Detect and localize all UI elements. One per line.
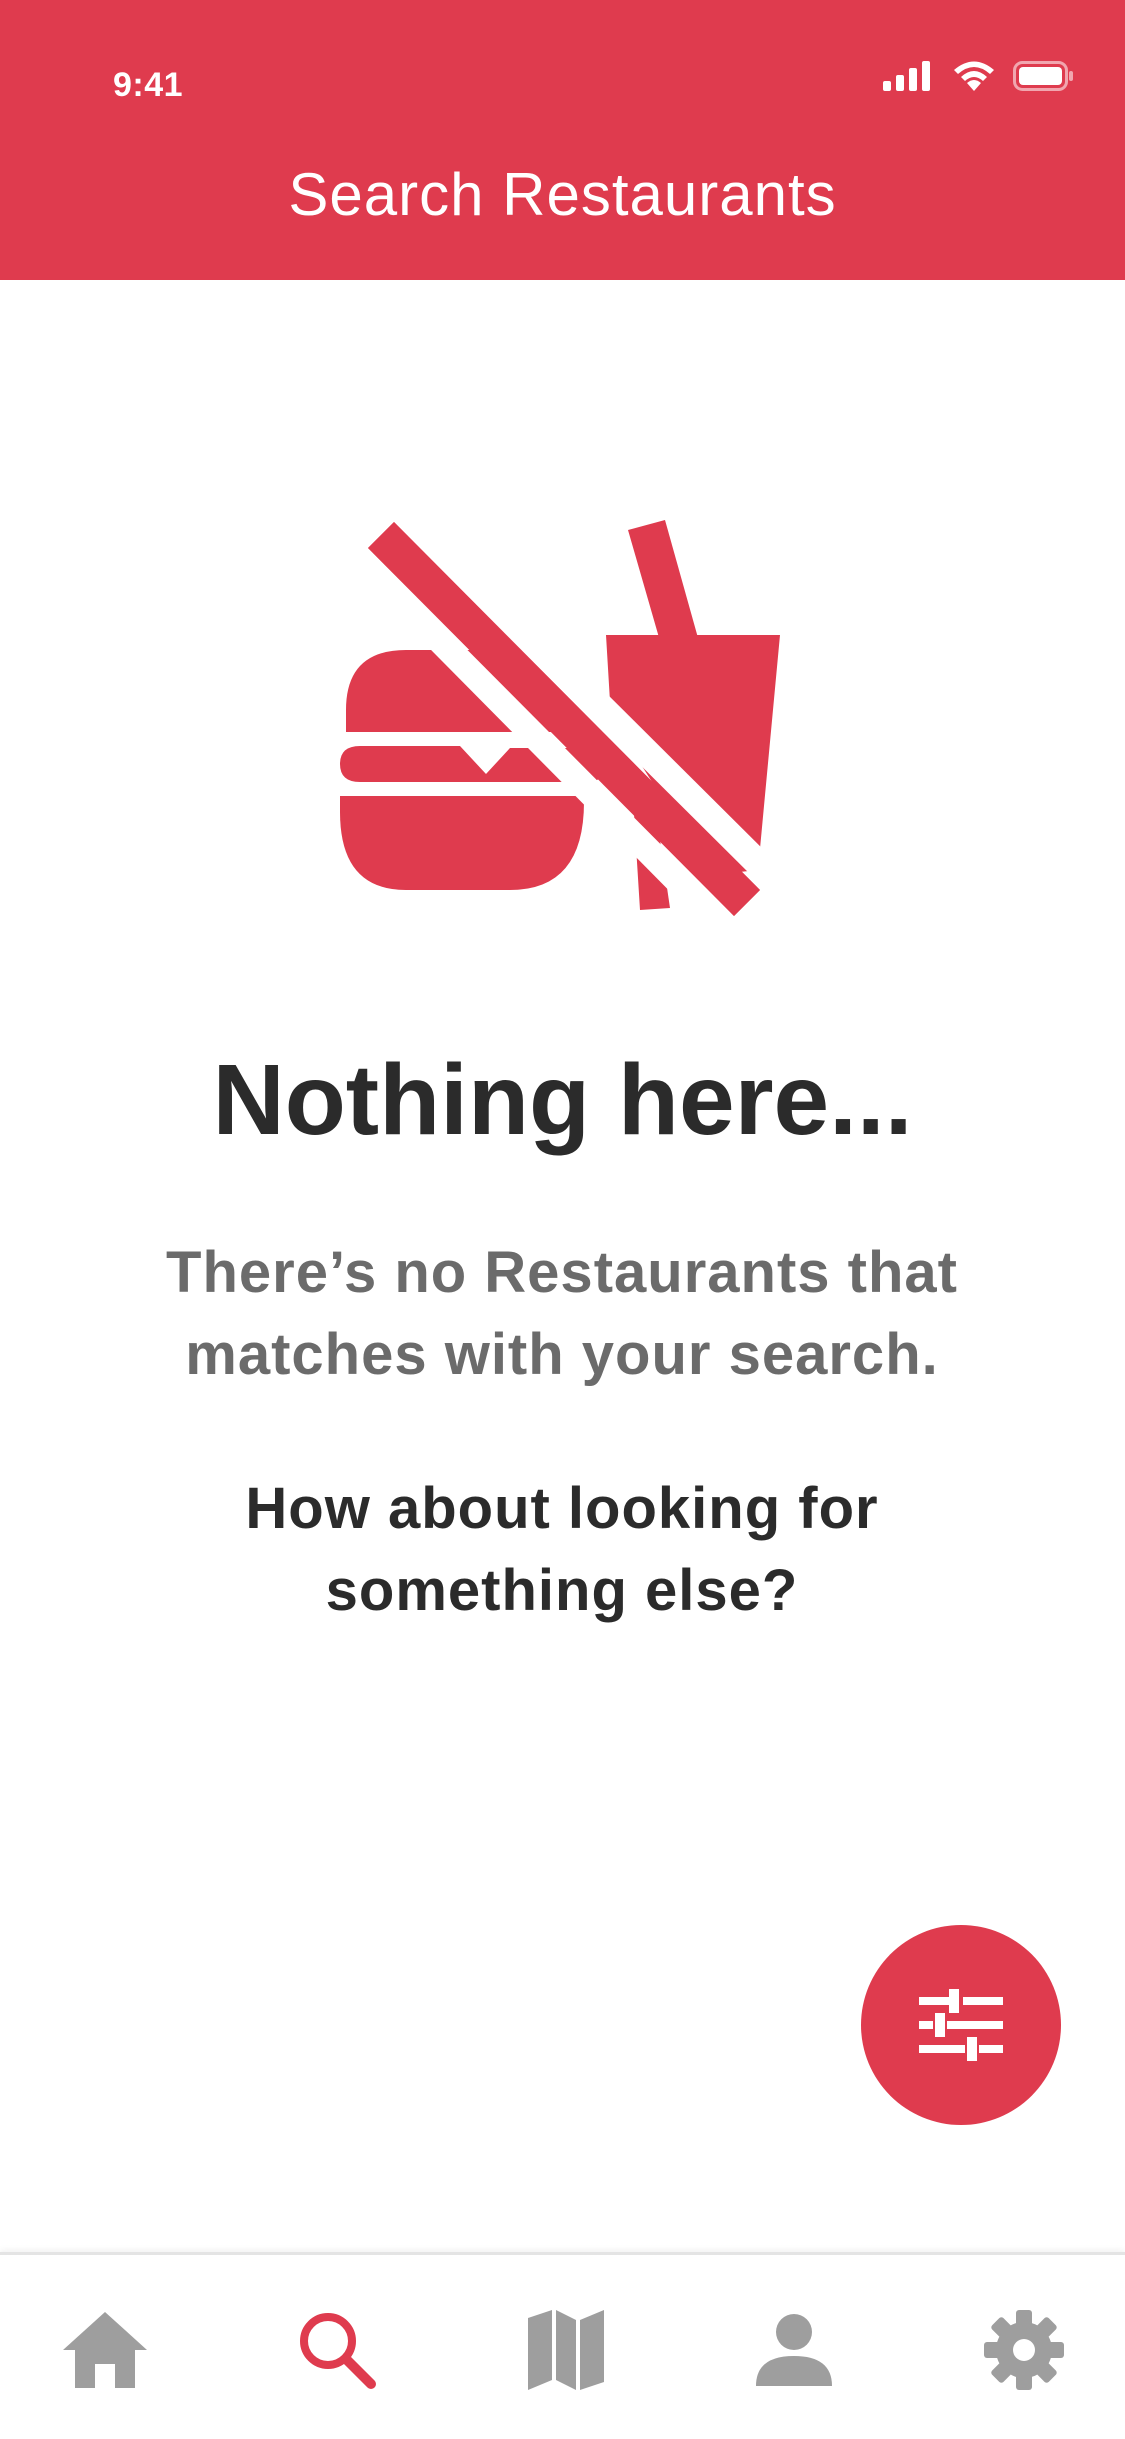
no-food-icon [340,520,780,934]
filter-sliders-icon [919,1989,1003,2061]
empty-state-title: Nothing here... [212,1044,913,1156]
filter-button[interactable] [861,1925,1061,2125]
nav-search[interactable] [287,2300,387,2400]
search-icon [300,2313,376,2389]
status-time: 9:41 [113,66,184,104]
battery-icon [1013,61,1073,91]
cellular-signal-icon [883,61,930,91]
nav-map[interactable] [516,2300,616,2400]
bottom-navigation [0,2252,1125,2439]
header: 9:41 Search Restaurants [0,0,1125,280]
home-icon [63,2312,147,2388]
nav-profile[interactable] [744,2300,844,2400]
nav-home[interactable] [55,2300,155,2400]
search-restaurants-screen: 9:41 Search Restaurants Nothing here... … [0,0,1125,2439]
empty-state-message: There’s no Restaurants that matches with… [166,1240,958,1387]
map-icon [528,2310,604,2390]
profile-icon [756,2314,832,2386]
wifi-icon [954,61,994,91]
settings-icon [984,2310,1064,2390]
empty-state-suggestion: How about looking for something else? [245,1476,879,1623]
page-title: Search Restaurants [288,161,837,228]
nav-settings[interactable] [974,2300,1074,2400]
status-icons [883,60,1075,92]
